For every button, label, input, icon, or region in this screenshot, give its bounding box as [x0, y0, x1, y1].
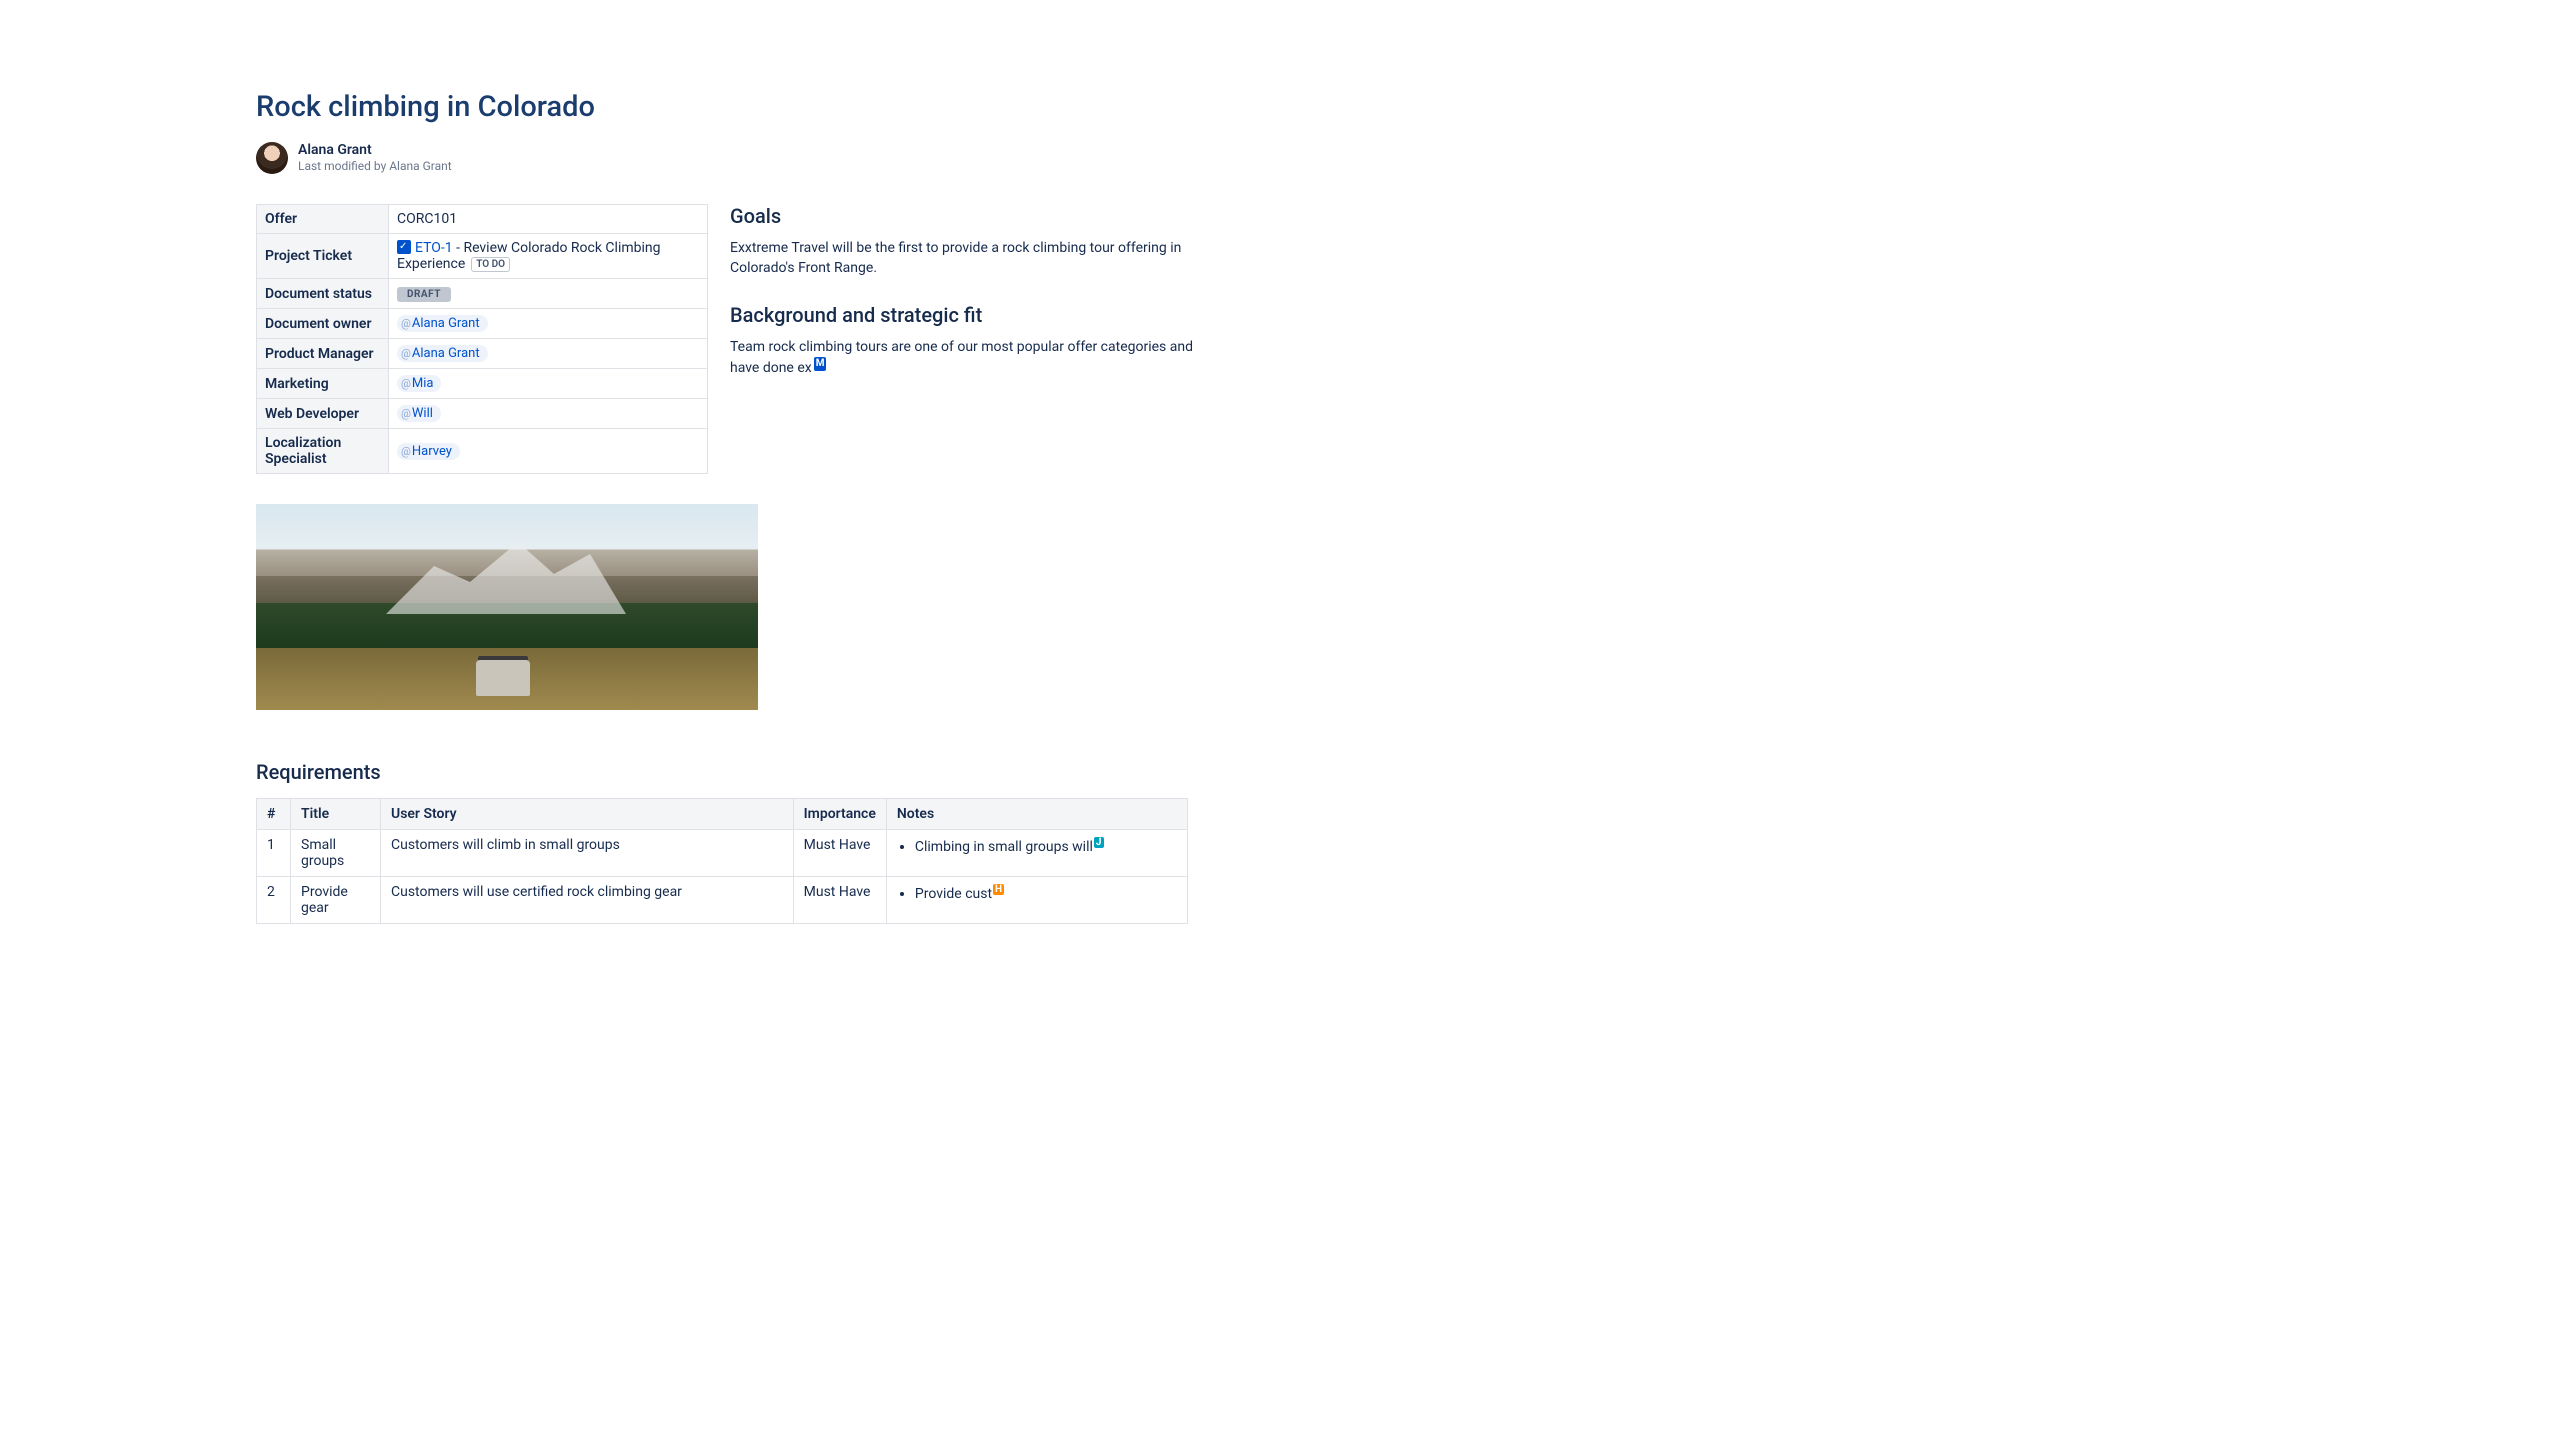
metadata-row: Localization Specialist Harvey: [257, 429, 708, 474]
req-col-header: User Story: [381, 799, 794, 830]
background-heading: Background and strategic fit: [730, 303, 1200, 327]
metadata-row: Web Developer Will: [257, 399, 708, 429]
metadata-label: Web Developer: [257, 399, 389, 429]
goals-body[interactable]: Exxtreme Travel will be the first to pro…: [730, 238, 1200, 279]
metadata-label: Product Manager: [257, 339, 389, 369]
background-body[interactable]: Team rock climbing tours are one of our …: [730, 337, 1200, 379]
metadata-label: Project Ticket: [257, 234, 389, 279]
table-row: 2Provide gearCustomers will use certifie…: [257, 877, 1188, 924]
metadata-row: Project TicketETO-1 - Review Colorado Ro…: [257, 234, 708, 279]
metadata-row: Product Manager Alana Grant: [257, 339, 708, 369]
req-col-header: Notes: [886, 799, 1187, 830]
metadata-label: Marketing: [257, 369, 389, 399]
user-mention[interactable]: Mia: [397, 375, 441, 392]
metadata-value[interactable]: Alana Grant: [389, 309, 708, 339]
req-importance[interactable]: Must Have: [793, 877, 886, 924]
metadata-row: OfferCORC101: [257, 205, 708, 234]
metadata-label: Document owner: [257, 309, 389, 339]
metadata-value[interactable]: CORC101: [389, 205, 708, 234]
author-avatar[interactable]: [256, 142, 288, 174]
page-title[interactable]: Rock climbing in Colorado: [256, 90, 2558, 124]
metadata-label: Offer: [257, 205, 389, 234]
user-mention[interactable]: Harvey: [397, 443, 460, 460]
user-mention[interactable]: Alana Grant: [397, 315, 488, 332]
collab-cursor-h: H: [993, 884, 1004, 895]
metadata-value[interactable]: ETO-1 - Review Colorado Rock Climbing Ex…: [389, 234, 708, 279]
collab-cursor-m: M: [814, 357, 827, 372]
metadata-label: Document status: [257, 279, 389, 309]
req-col-header: #: [257, 799, 291, 830]
user-mention[interactable]: Will: [397, 405, 441, 422]
req-story[interactable]: Customers will climb in small groups: [381, 830, 794, 877]
req-notes[interactable]: Provide custH: [886, 877, 1187, 924]
metadata-value[interactable]: DRAFT: [389, 279, 708, 309]
byline: Alana Grant Last modified by Alana Grant: [256, 142, 2558, 174]
document-page: Rock climbing in Colorado Alana Grant La…: [0, 0, 2558, 924]
metadata-value[interactable]: Will: [389, 399, 708, 429]
goals-heading: Goals: [730, 204, 1200, 228]
metadata-value[interactable]: Mia: [389, 369, 708, 399]
table-row: 1Small groupsCustomers will climb in sma…: [257, 830, 1188, 877]
collab-cursor-j: J: [1094, 837, 1104, 848]
requirements-heading: Requirements: [256, 760, 2558, 784]
ticket-icon: [397, 240, 411, 254]
metadata-value[interactable]: Alana Grant: [389, 339, 708, 369]
req-notes[interactable]: Climbing in small groups willJ: [886, 830, 1187, 877]
metadata-label: Localization Specialist: [257, 429, 389, 474]
modified-by: Last modified by Alana Grant: [298, 159, 452, 173]
req-title[interactable]: Provide gear: [291, 877, 381, 924]
user-mention[interactable]: Alana Grant: [397, 345, 488, 362]
req-num: 2: [257, 877, 291, 924]
metadata-table: OfferCORC101Project TicketETO-1 - Review…: [256, 204, 708, 474]
metadata-row: Document status DRAFT: [257, 279, 708, 309]
req-importance[interactable]: Must Have: [793, 830, 886, 877]
req-col-header: Title: [291, 799, 381, 830]
ticket-status: TO DO: [471, 257, 510, 272]
req-title[interactable]: Small groups: [291, 830, 381, 877]
metadata-row: Document owner Alana Grant: [257, 309, 708, 339]
req-story[interactable]: Customers will use certified rock climbi…: [381, 877, 794, 924]
ticket-key[interactable]: ETO-1: [415, 240, 453, 256]
requirements-table: #TitleUser StoryImportanceNotes 1Small g…: [256, 798, 1188, 924]
metadata-value[interactable]: Harvey: [389, 429, 708, 474]
req-num: 1: [257, 830, 291, 877]
metadata-row: Marketing Mia: [257, 369, 708, 399]
author-name[interactable]: Alana Grant: [298, 142, 452, 159]
status-lozenge: DRAFT: [397, 287, 451, 302]
hero-image[interactable]: [256, 504, 758, 710]
req-col-header: Importance: [793, 799, 886, 830]
